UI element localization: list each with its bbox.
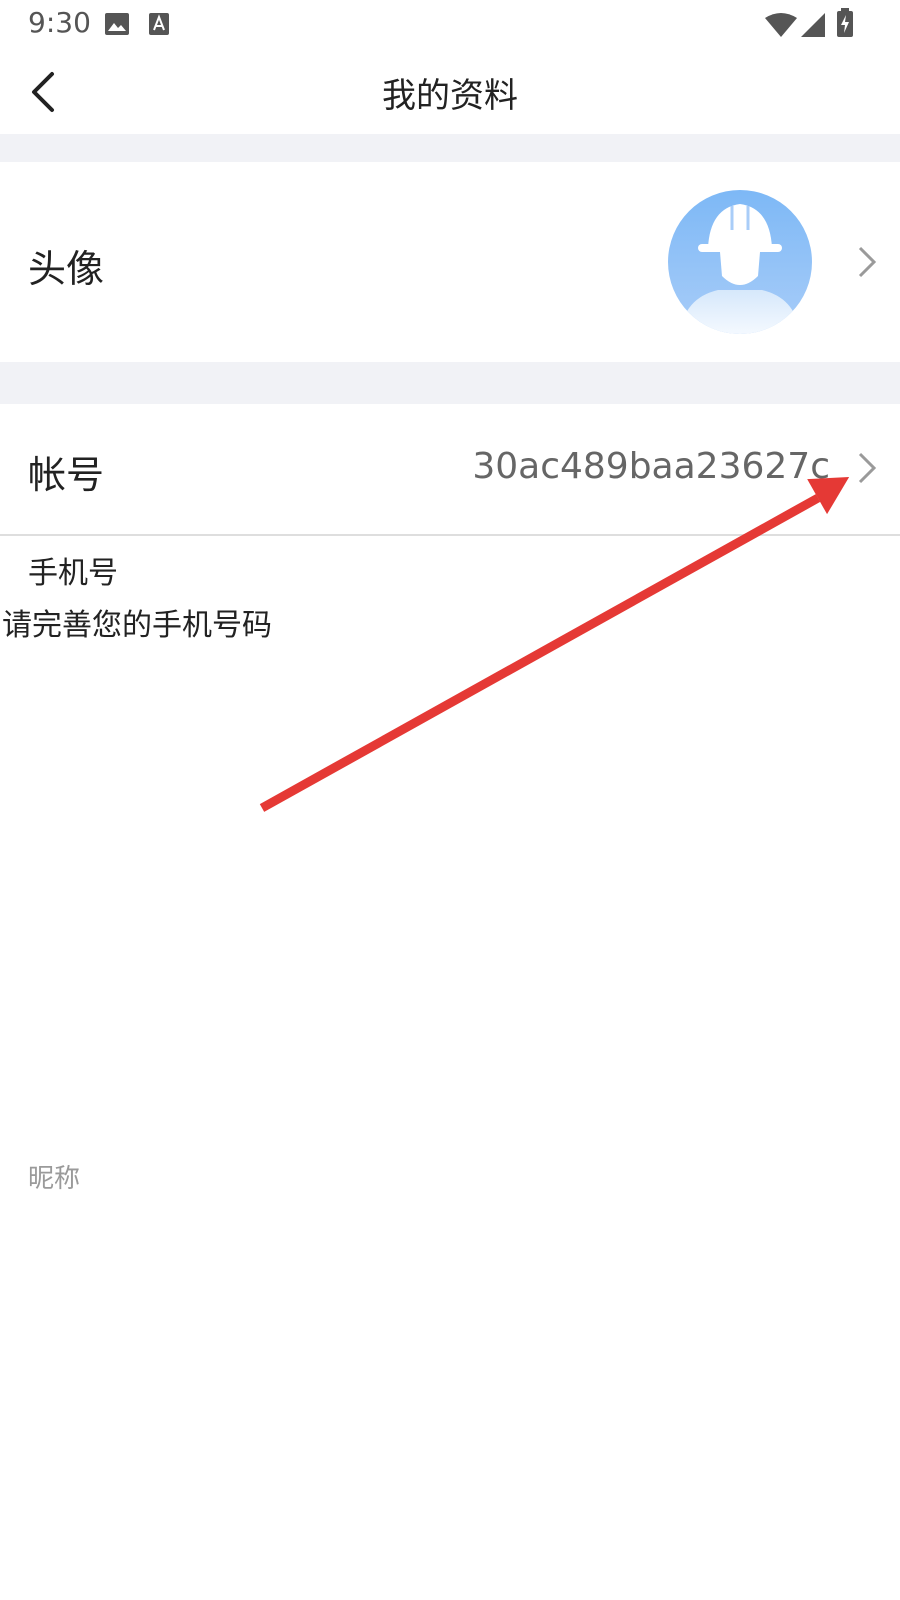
page-title: 我的资料 [382,76,518,116]
navigation-bar: 我的资料 [0,50,900,134]
account-value: 30ac489baa23627c [472,446,830,487]
status-bar: 9:30 [0,0,900,50]
phone-hint[interactable]: 请完善您的手机号码 [2,600,272,644]
battery-charging-icon [837,8,853,37]
chevron-right-icon [858,246,877,278]
avatar-label: 头像 [28,247,105,291]
helmet-worker-avatar-icon [668,190,812,334]
avatar-row[interactable]: 头像 [0,162,900,362]
section-gap [0,134,900,162]
phone-label: 手机号 [28,556,118,591]
image-notification-icon [105,13,129,35]
avatar[interactable] [668,190,812,334]
row-divider [0,534,900,536]
wifi-icon [765,13,797,37]
nickname-label: 昵称 [28,1164,81,1194]
chevron-right-icon [858,452,877,484]
account-row[interactable]: 帐号 30ac489baa23627c [0,404,900,534]
signal-icon [801,13,825,37]
app-notification-icon [149,13,169,35]
account-label: 帐号 [28,453,105,497]
section-gap [0,362,900,404]
status-time: 9:30 [28,6,91,39]
